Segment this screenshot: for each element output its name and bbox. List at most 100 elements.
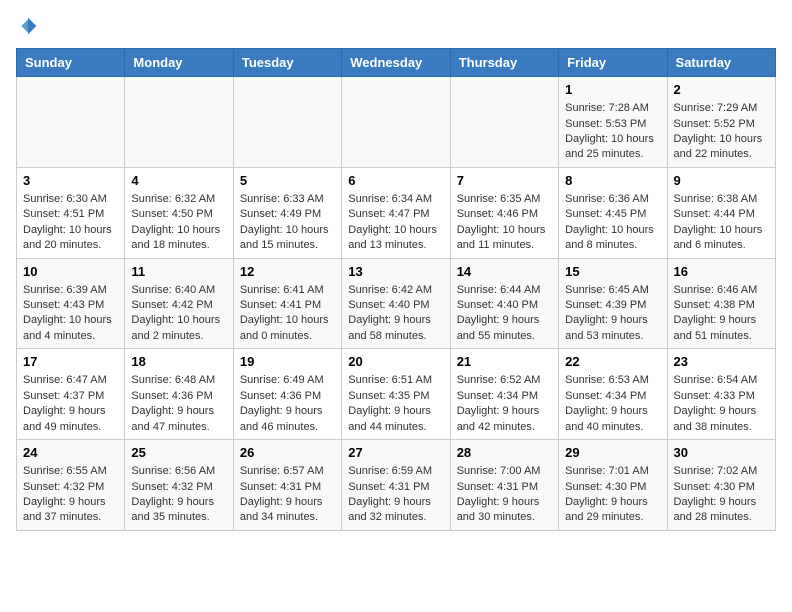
day-info: Sunrise: 7:29 AM Sunset: 5:52 PM Dayligh… [674, 101, 769, 163]
day-number: 10 [23, 263, 118, 281]
calendar-header: SundayMondayTuesdayWednesdayThursdayFrid… [17, 49, 776, 77]
day-info: Sunrise: 6:47 AM Sunset: 4:37 PM Dayligh… [23, 373, 118, 435]
calendar-day-cell: 10 Sunrise: 6:39 AM Sunset: 4:43 PM Dayli… [17, 258, 125, 349]
day-info: Sunrise: 7:01 AM Sunset: 4:30 PM Dayligh… [565, 464, 660, 526]
calendar-day-cell [450, 77, 558, 168]
day-number: 7 [457, 172, 552, 190]
day-number: 23 [674, 353, 769, 371]
calendar-day-cell: 4Sunrise: 6:32 AM Sunset: 4:50 PM Daylig… [125, 167, 233, 258]
calendar-day-cell: 17 Sunrise: 6:47 AM Sunset: 4:37 PM Dayli… [17, 349, 125, 440]
weekday-monday: Monday [125, 49, 233, 77]
day-info: Sunrise: 6:30 AM Sunset: 4:51 PM Dayligh… [23, 192, 118, 254]
calendar-week-row: 10 Sunrise: 6:39 AM Sunset: 4:43 PM Dayli… [17, 258, 776, 349]
day-info: Sunrise: 6:45 AM Sunset: 4:39 PM Dayligh… [565, 283, 660, 345]
calendar-day-cell: 27 Sunrise: 6:59 AM Sunset: 4:31 PM Dayli… [342, 440, 450, 531]
day-info: Sunrise: 6:57 AM Sunset: 4:31 PM Dayligh… [240, 464, 335, 526]
calendar-day-cell: 14 Sunrise: 6:44 AM Sunset: 4:40 PM Dayli… [450, 258, 558, 349]
day-info: Sunrise: 7:00 AM Sunset: 4:31 PM Dayligh… [457, 464, 552, 526]
day-number: 5 [240, 172, 335, 190]
day-number: 15 [565, 263, 660, 281]
calendar-week-row: 3 Sunrise: 6:30 AM Sunset: 4:51 PM Daylig… [17, 167, 776, 258]
calendar-day-cell [233, 77, 341, 168]
calendar-body: 1 Sunrise: 7:28 AM Sunset: 5:53 PM Daylig… [17, 77, 776, 531]
day-info: Sunrise: 6:49 AM Sunset: 4:36 PM Dayligh… [240, 373, 335, 435]
day-number: 12 [240, 263, 335, 281]
calendar-day-cell: 18 Sunrise: 6:48 AM Sunset: 4:36 PM Dayli… [125, 349, 233, 440]
calendar-day-cell: 7 Sunrise: 6:35 AM Sunset: 4:46 PM Daylig… [450, 167, 558, 258]
day-info: Sunrise: 7:02 AM Sunset: 4:30 PM Dayligh… [674, 464, 769, 526]
calendar-day-cell [17, 77, 125, 168]
day-info: Sunrise: 6:44 AM Sunset: 4:40 PM Dayligh… [457, 283, 552, 345]
day-number: 9 [674, 172, 769, 190]
day-number: 22 [565, 353, 660, 371]
weekday-sunday: Sunday [17, 49, 125, 77]
calendar-day-cell: 29 Sunrise: 7:01 AM Sunset: 4:30 PM Dayli… [559, 440, 667, 531]
calendar-day-cell: 25 Sunrise: 6:56 AM Sunset: 4:32 PM Dayli… [125, 440, 233, 531]
calendar-day-cell: 20 Sunrise: 6:51 AM Sunset: 4:35 PM Dayli… [342, 349, 450, 440]
calendar-week-row: 17 Sunrise: 6:47 AM Sunset: 4:37 PM Dayli… [17, 349, 776, 440]
calendar-day-cell: 11 Sunrise: 6:40 AM Sunset: 4:42 PM Dayli… [125, 258, 233, 349]
day-number: 13 [348, 263, 443, 281]
day-number: 16 [674, 263, 769, 281]
day-info: Sunrise: 6:33 AM Sunset: 4:49 PM Dayligh… [240, 192, 335, 254]
day-number: 20 [348, 353, 443, 371]
calendar-day-cell: 5 Sunrise: 6:33 AM Sunset: 4:49 PM Daylig… [233, 167, 341, 258]
day-info: Sunrise: 6:52 AM Sunset: 4:34 PM Dayligh… [457, 373, 552, 435]
logo-icon [18, 16, 38, 36]
calendar-day-cell: 1 Sunrise: 7:28 AM Sunset: 5:53 PM Daylig… [559, 77, 667, 168]
day-info: Sunrise: 6:38 AM Sunset: 4:44 PM Dayligh… [674, 192, 769, 254]
day-number: 19 [240, 353, 335, 371]
calendar-day-cell: 2 Sunrise: 7:29 AM Sunset: 5:52 PM Daylig… [667, 77, 775, 168]
day-info: Sunrise: 6:42 AM Sunset: 4:40 PM Dayligh… [348, 283, 443, 345]
calendar-day-cell: 9 Sunrise: 6:38 AM Sunset: 4:44 PM Daylig… [667, 167, 775, 258]
day-info: Sunrise: 6:48 AM Sunset: 4:36 PM Dayligh… [131, 373, 226, 435]
calendar-day-cell: 23 Sunrise: 6:54 AM Sunset: 4:33 PM Dayli… [667, 349, 775, 440]
day-number: 6 [348, 172, 443, 190]
weekday-header-row: SundayMondayTuesdayWednesdayThursdayFrid… [17, 49, 776, 77]
day-number: 3 [23, 172, 118, 190]
calendar-day-cell: 3 Sunrise: 6:30 AM Sunset: 4:51 PM Daylig… [17, 167, 125, 258]
weekday-wednesday: Wednesday [342, 49, 450, 77]
calendar-day-cell: 13 Sunrise: 6:42 AM Sunset: 4:40 PM Dayli… [342, 258, 450, 349]
weekday-friday: Friday [559, 49, 667, 77]
day-info: Sunrise: 6:56 AM Sunset: 4:32 PM Dayligh… [131, 464, 226, 526]
day-number: 29 [565, 444, 660, 462]
day-info: Sunrise: 7:28 AM Sunset: 5:53 PM Dayligh… [565, 101, 660, 163]
calendar-day-cell: 19 Sunrise: 6:49 AM Sunset: 4:36 PM Dayli… [233, 349, 341, 440]
day-number: 17 [23, 353, 118, 371]
day-number: 30 [674, 444, 769, 462]
day-info: Sunrise: 6:59 AM Sunset: 4:31 PM Dayligh… [348, 464, 443, 526]
weekday-saturday: Saturday [667, 49, 775, 77]
calendar-day-cell: 15 Sunrise: 6:45 AM Sunset: 4:39 PM Dayli… [559, 258, 667, 349]
calendar-day-cell: 21 Sunrise: 6:52 AM Sunset: 4:34 PM Dayli… [450, 349, 558, 440]
day-number: 24 [23, 444, 118, 462]
day-info: Sunrise: 6:36 AM Sunset: 4:45 PM Dayligh… [565, 192, 660, 254]
calendar-table: SundayMondayTuesdayWednesdayThursdayFrid… [16, 48, 776, 531]
calendar-day-cell: 16Sunrise: 6:46 AM Sunset: 4:38 PM Dayli… [667, 258, 775, 349]
day-info: Sunrise: 6:40 AM Sunset: 4:42 PM Dayligh… [131, 283, 226, 345]
day-info: Sunrise: 6:32 AM Sunset: 4:50 PM Dayligh… [131, 192, 226, 254]
calendar-day-cell: 26 Sunrise: 6:57 AM Sunset: 4:31 PM Dayli… [233, 440, 341, 531]
calendar-day-cell: 24 Sunrise: 6:55 AM Sunset: 4:32 PM Dayli… [17, 440, 125, 531]
day-number: 2 [674, 81, 769, 99]
calendar-day-cell: 12Sunrise: 6:41 AM Sunset: 4:41 PM Dayli… [233, 258, 341, 349]
weekday-tuesday: Tuesday [233, 49, 341, 77]
day-info: Sunrise: 6:54 AM Sunset: 4:33 PM Dayligh… [674, 373, 769, 435]
day-number: 21 [457, 353, 552, 371]
calendar-day-cell: 30 Sunrise: 7:02 AM Sunset: 4:30 PM Dayli… [667, 440, 775, 531]
day-number: 18 [131, 353, 226, 371]
day-info: Sunrise: 6:39 AM Sunset: 4:43 PM Dayligh… [23, 283, 118, 345]
day-info: Sunrise: 6:51 AM Sunset: 4:35 PM Dayligh… [348, 373, 443, 435]
day-info: Sunrise: 6:34 AM Sunset: 4:47 PM Dayligh… [348, 192, 443, 254]
page-header [16, 16, 776, 36]
day-number: 11 [131, 263, 226, 281]
day-number: 27 [348, 444, 443, 462]
day-info: Sunrise: 6:35 AM Sunset: 4:46 PM Dayligh… [457, 192, 552, 254]
day-number: 25 [131, 444, 226, 462]
day-info: Sunrise: 6:55 AM Sunset: 4:32 PM Dayligh… [23, 464, 118, 526]
day-number: 1 [565, 81, 660, 99]
day-number: 8 [565, 172, 660, 190]
day-number: 14 [457, 263, 552, 281]
calendar-day-cell: 6 Sunrise: 6:34 AM Sunset: 4:47 PM Daylig… [342, 167, 450, 258]
day-number: 26 [240, 444, 335, 462]
